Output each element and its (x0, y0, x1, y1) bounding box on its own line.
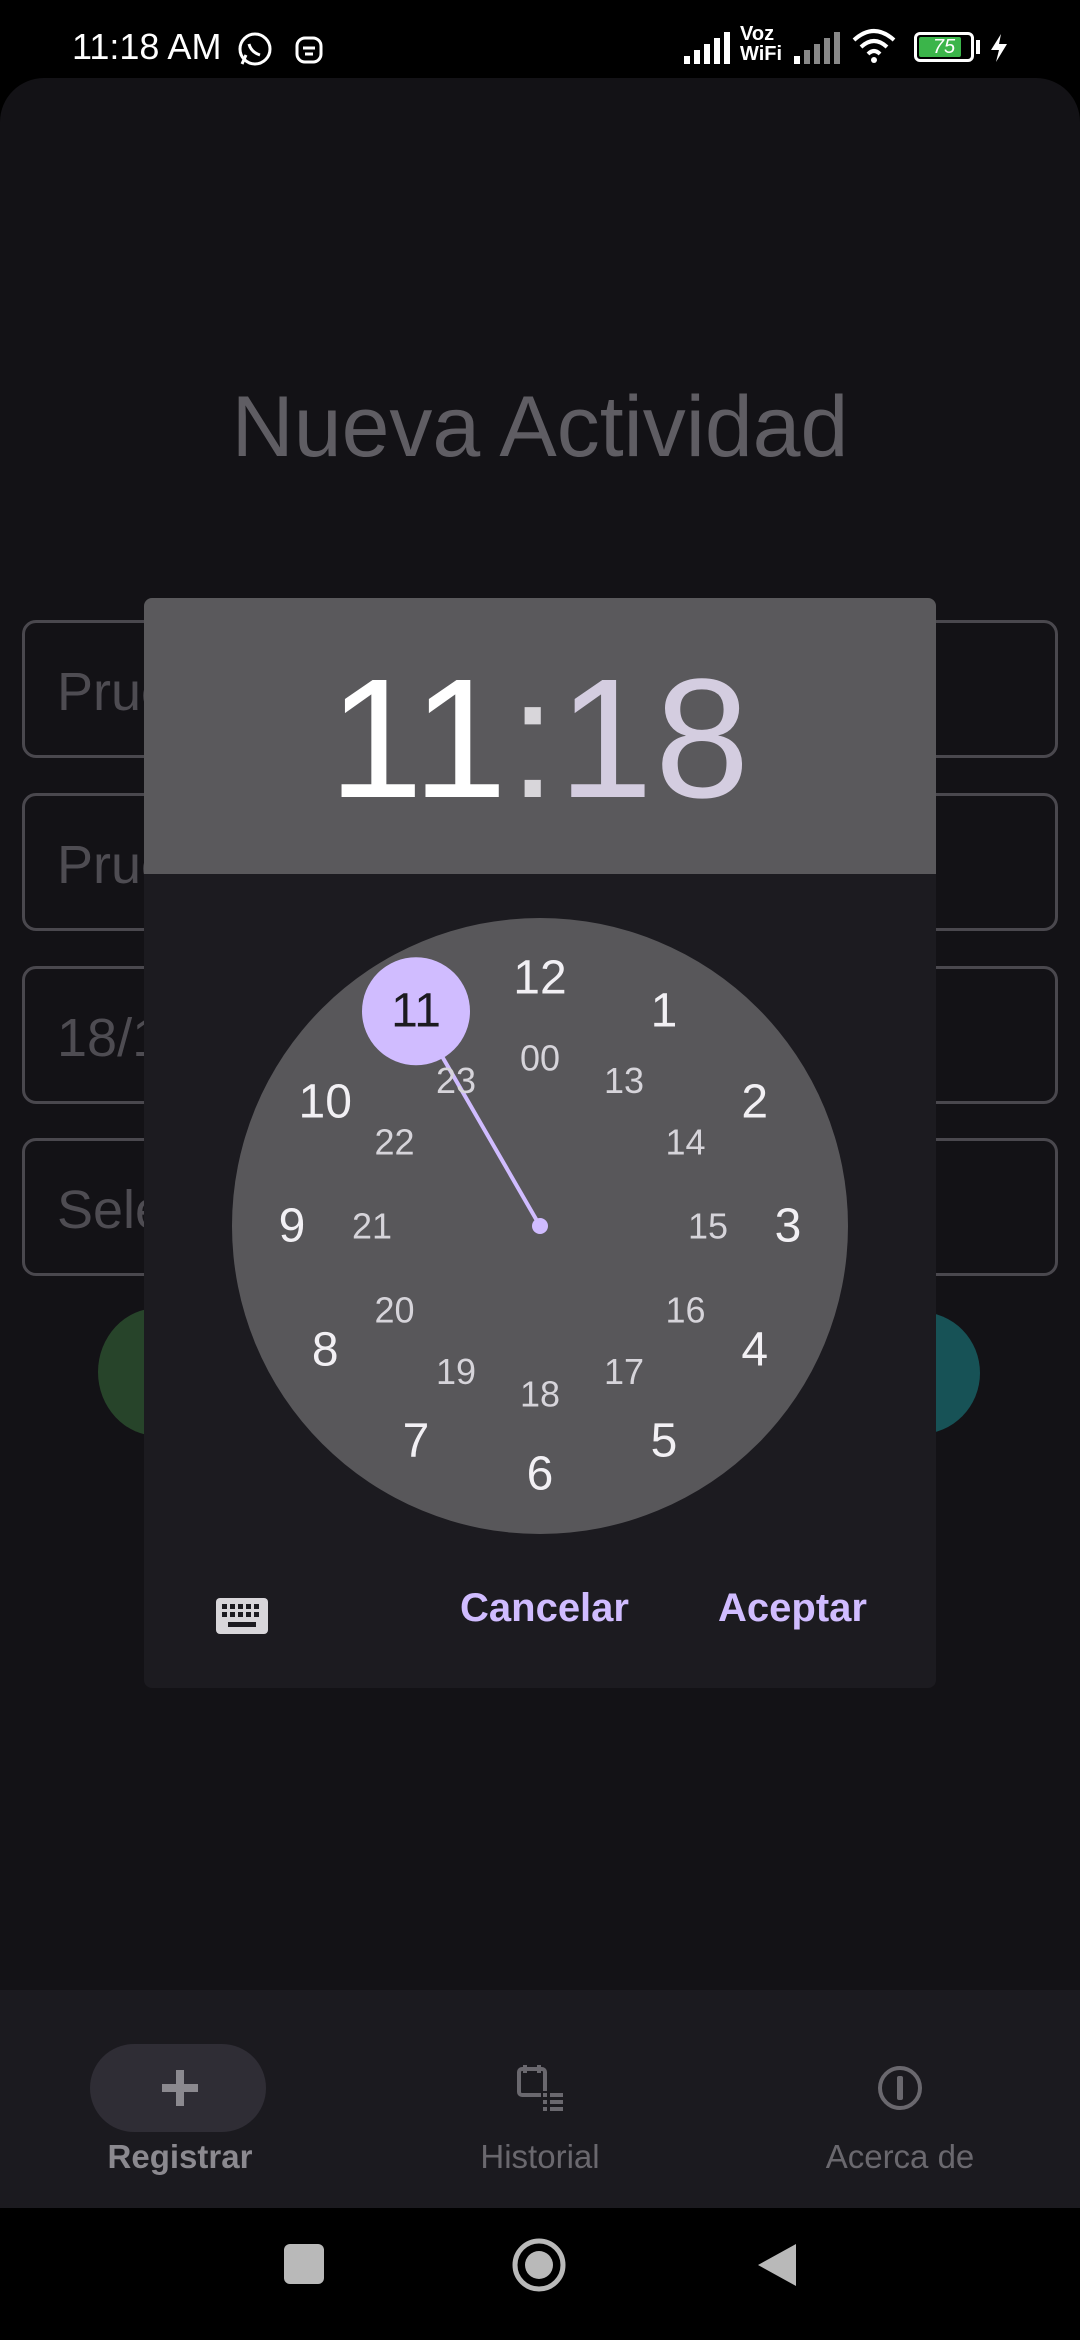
bottom-navigation: Registrar Historial Acerca de (0, 1990, 1080, 2208)
hour-21[interactable]: 21 (352, 1206, 392, 1247)
signal-weak-icon (794, 32, 840, 64)
hour-10[interactable]: 10 (299, 1076, 352, 1129)
hour-7[interactable]: 7 (403, 1414, 430, 1467)
time-display: 11:18 (144, 654, 936, 824)
time-display-header: 11:18 (144, 598, 936, 874)
hour-20[interactable]: 20 (374, 1290, 414, 1331)
hour-11[interactable]: 11 (391, 985, 441, 1038)
nav-label-acerca-de: Acerca de (825, 2138, 975, 2175)
back-icon[interactable] (752, 2240, 800, 2290)
hours-display[interactable]: 11 (329, 644, 509, 834)
time-picker-dialog: 11:18 12 1 2 3 4 5 6 7 8 9 10 11 00 13 14 15 16 17 18 19 20 2… (144, 598, 936, 1688)
hour-1[interactable]: 1 (651, 985, 678, 1038)
status-bar: 11:18 AM Voz WiFi 75 (0, 0, 1080, 78)
accept-button[interactable]: Aceptar (718, 1586, 867, 1631)
app-screen: Nueva Actividad Pruc Pruc 18/1 Sele Regi… (0, 78, 1080, 2208)
nav-item-registrar[interactable]: Registrar (40, 2010, 320, 2200)
system-navigation-bar (0, 2210, 1080, 2340)
hour-14[interactable]: 14 (665, 1122, 705, 1163)
hour-22[interactable]: 22 (374, 1122, 414, 1163)
clock-dial-graphic: 121234567891011001314151617181920212223 (279, 952, 802, 1501)
hour-00[interactable]: 00 (520, 1038, 560, 1079)
recents-icon[interactable] (282, 2242, 326, 2286)
signal-icon (684, 32, 730, 64)
hour-3[interactable]: 3 (775, 1200, 802, 1253)
hour-18[interactable]: 18 (520, 1374, 560, 1415)
hour-13[interactable]: 13 (604, 1060, 644, 1101)
keyboard-icon[interactable] (214, 1588, 270, 1644)
hour-12[interactable]: 12 (513, 952, 566, 1005)
hour-19[interactable]: 19 (436, 1351, 476, 1392)
charging-icon (991, 34, 1007, 62)
hour-4[interactable]: 4 (741, 1324, 768, 1377)
hour-5[interactable]: 5 (651, 1414, 678, 1467)
info-circle-icon (760, 2058, 1040, 2118)
plus-icon (40, 2058, 320, 2118)
page-title: Nueva Actividad (231, 379, 849, 475)
hour-17[interactable]: 17 (604, 1351, 644, 1392)
nav-label-historial: Historial (480, 2138, 600, 2175)
hour-23[interactable]: 23 (436, 1060, 476, 1101)
home-icon[interactable] (510, 2236, 568, 2294)
nav-label-registrar: Registrar (107, 2138, 253, 2175)
hour-9[interactable]: 9 (279, 1200, 306, 1253)
hour-15[interactable]: 15 (688, 1206, 728, 1247)
wifi-icon (852, 29, 896, 63)
dialog-actions: Cancelar Aceptar (144, 1578, 936, 1688)
robot-icon (295, 36, 323, 64)
status-time: 11:18 AM (72, 26, 222, 67)
hour-2[interactable]: 2 (741, 1076, 768, 1129)
voz-label: Voz (740, 23, 775, 45)
cancel-button[interactable]: Cancelar (460, 1586, 629, 1631)
nav-item-acerca-de[interactable]: Acerca de (760, 2010, 1040, 2200)
clock-center-dot (532, 1218, 548, 1234)
calendar-list-icon (400, 2058, 680, 2118)
hour-8[interactable]: 8 (312, 1324, 339, 1377)
nav-item-historial[interactable]: Historial (400, 2010, 680, 2200)
clock-dial[interactable]: 12 1 2 3 4 5 6 7 8 9 10 11 00 13 14 15 16 17 18 19 20 21 22 23 (232, 918, 848, 1534)
minutes-display[interactable]: 18 (558, 644, 751, 834)
battery-icon: 75 (914, 32, 974, 62)
battery-level: 75 (932, 36, 956, 58)
wifi-label: WiFi (740, 43, 783, 65)
hour-16[interactable]: 16 (665, 1290, 705, 1331)
whatsapp-icon (238, 32, 272, 66)
time-separator: : (509, 644, 559, 834)
hour-6[interactable]: 6 (527, 1448, 554, 1501)
